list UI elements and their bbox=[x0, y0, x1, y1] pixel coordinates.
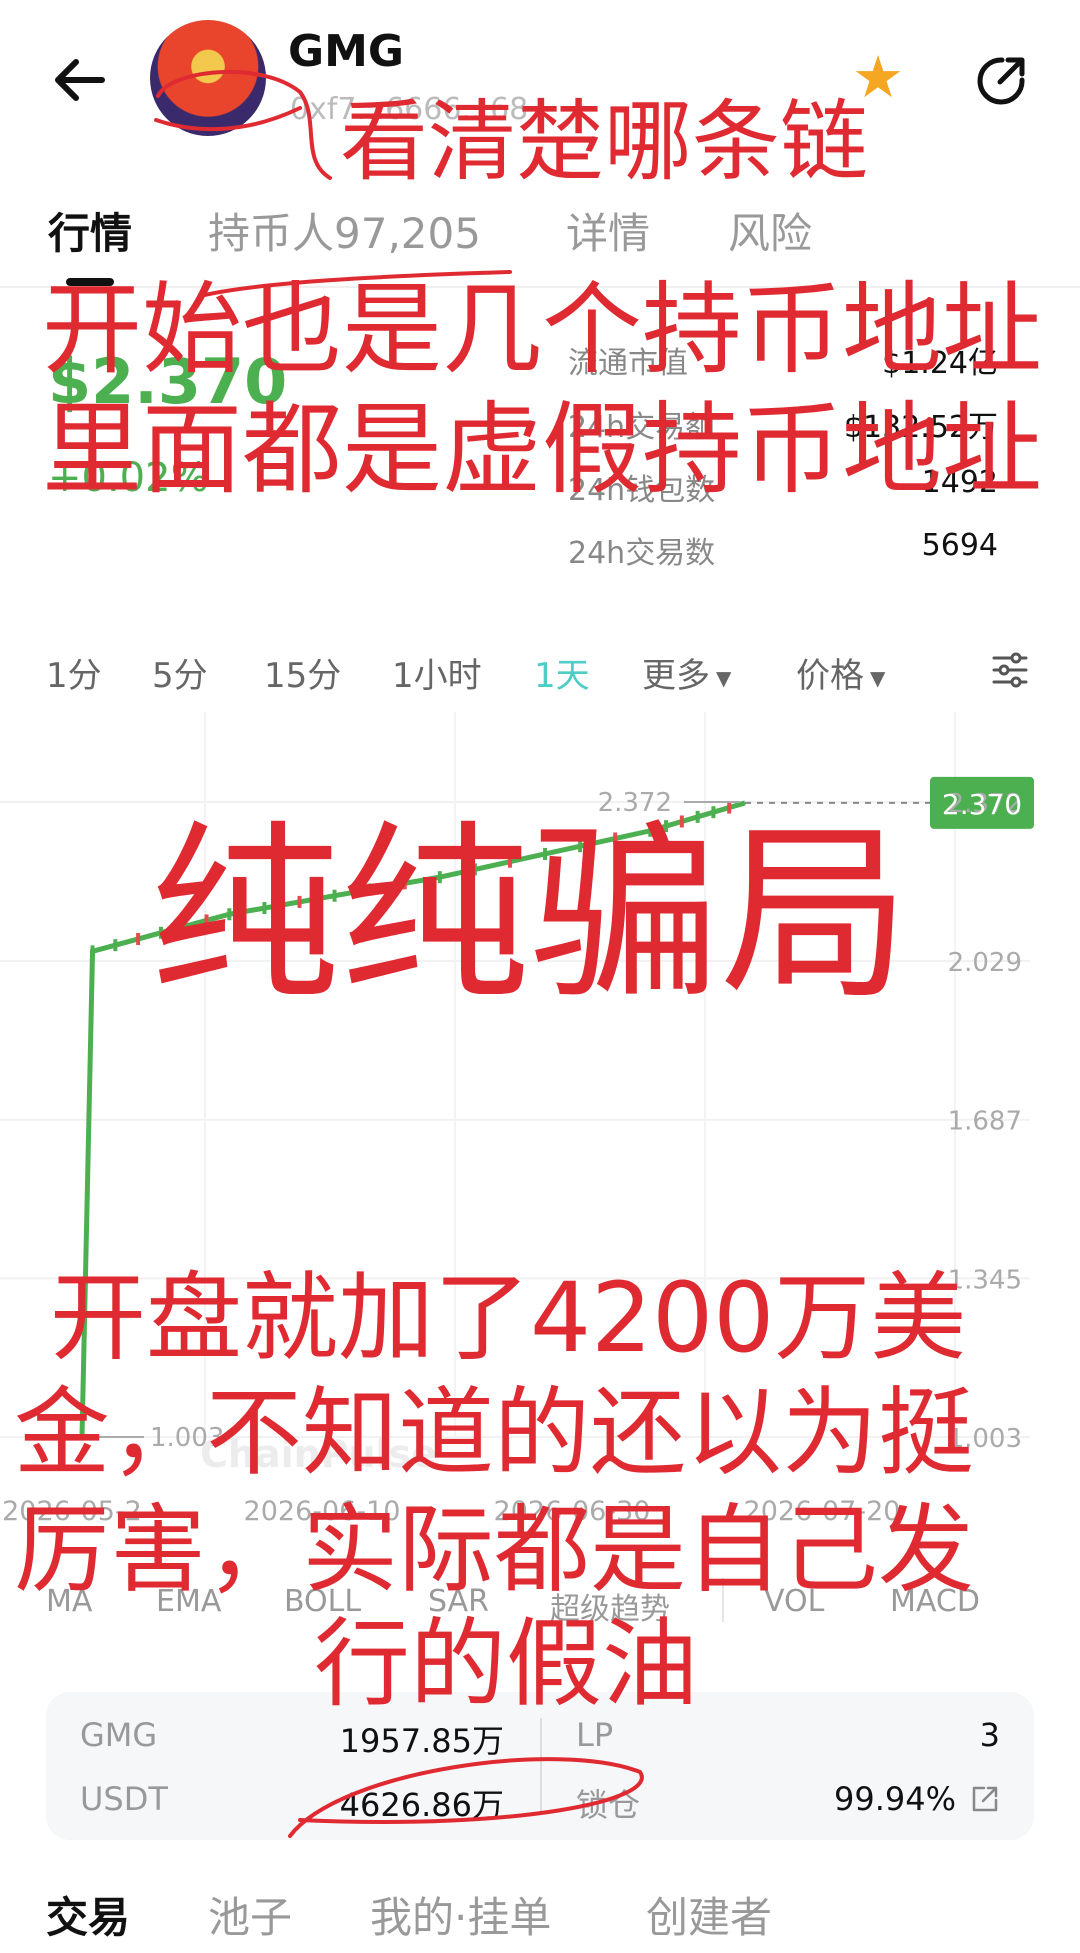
candle bbox=[297, 895, 302, 908]
chart-grid bbox=[0, 712, 1030, 1438]
pool-value: 3 bbox=[979, 1716, 1000, 1754]
candle bbox=[648, 824, 653, 837]
candle bbox=[113, 939, 118, 952]
token-avatar bbox=[150, 20, 266, 136]
indicator-supertrend[interactable]: 超级趋势 bbox=[550, 1584, 670, 1628]
stat-label: 流通市值 bbox=[568, 346, 688, 381]
current-price-label: 2.370 bbox=[942, 788, 1022, 821]
pool-amount: 1957.85万 bbox=[339, 1722, 504, 1760]
interval-5m[interactable]: 5分 bbox=[152, 648, 208, 697]
interval-more-label: 更多 bbox=[642, 656, 710, 696]
pool-amount: 4626.86万 bbox=[339, 1786, 504, 1824]
price-mode-label: 价格 bbox=[796, 656, 864, 696]
star-icon[interactable]: ★ bbox=[852, 48, 904, 106]
token-name: GMG bbox=[288, 26, 405, 77]
tab-holders[interactable]: 持币人97,205 bbox=[208, 200, 481, 261]
indicator-boll[interactable]: BOLL bbox=[284, 1584, 361, 1619]
candle bbox=[90, 945, 95, 958]
pool-value: 99.94% bbox=[833, 1780, 956, 1818]
tab-risk[interactable]: 风险 bbox=[728, 200, 812, 261]
indicator-ema[interactable]: EMA bbox=[156, 1584, 221, 1619]
candle bbox=[613, 832, 618, 845]
candle bbox=[332, 889, 337, 902]
chart-labels: 2.372 2.029 1.687 1.345 1.003 2026-05-2 2026-0… bbox=[2, 788, 1022, 1527]
price-mode[interactable]: 价格 ▼ bbox=[796, 648, 885, 697]
x-tick-label: 2026-06-10 bbox=[244, 1496, 401, 1527]
candle bbox=[402, 877, 407, 890]
stat-value: $132.52万 bbox=[843, 410, 998, 445]
price-chart[interactable]: 2.372 2.029 1.687 1.345 1.003 2026-05-2 2026-0… bbox=[0, 712, 1080, 1542]
watermark: ChainPulse bbox=[200, 1432, 437, 1476]
candle bbox=[727, 801, 732, 814]
tab-indicator bbox=[66, 278, 114, 286]
stat-label: 24h交易数 bbox=[568, 536, 716, 571]
stat-value: $1.24亿 bbox=[882, 346, 998, 381]
candle bbox=[227, 908, 232, 921]
divider bbox=[722, 1578, 724, 1622]
chevron-down-icon: ▼ bbox=[716, 665, 732, 690]
y-tick-label: 1.687 bbox=[948, 1107, 1022, 1137]
x-tick-label: 2026-05-2 bbox=[2, 1496, 142, 1527]
candle bbox=[679, 815, 684, 828]
candle bbox=[507, 855, 512, 868]
indicator-sar[interactable]: SAR bbox=[428, 1584, 489, 1619]
token-address[interactable]: 0xf7...6666...68 bbox=[290, 92, 528, 127]
tab-creator[interactable]: 创建者 bbox=[646, 1884, 772, 1945]
candle bbox=[695, 810, 700, 823]
back-arrow-icon[interactable] bbox=[48, 48, 112, 112]
current-price: $2.370 bbox=[48, 345, 288, 418]
candle bbox=[543, 847, 548, 860]
tab-my-orders[interactable]: 我的·挂单 bbox=[370, 1884, 551, 1945]
candle bbox=[136, 932, 141, 945]
candle bbox=[578, 840, 583, 853]
candle bbox=[158, 926, 163, 939]
stat-value: 5694 bbox=[921, 528, 998, 563]
indicator-ma[interactable]: MA bbox=[46, 1584, 92, 1619]
pool-label: 锁仓 bbox=[576, 1786, 641, 1824]
y-tick-label: 2.029 bbox=[948, 948, 1022, 978]
candle bbox=[711, 806, 716, 819]
max-price-label: 2.372 bbox=[598, 788, 672, 818]
candle bbox=[262, 902, 267, 915]
candle bbox=[204, 914, 209, 927]
price-change: +0.02% bbox=[48, 455, 209, 501]
x-tick-label: 2026-07-20 bbox=[744, 1496, 901, 1527]
y-tick-label: 1.345 bbox=[948, 1265, 1022, 1295]
tab-details[interactable]: 详情 bbox=[566, 200, 650, 261]
candle bbox=[367, 883, 372, 896]
candle bbox=[472, 863, 477, 876]
chart-marks bbox=[79, 776, 1034, 1438]
divider bbox=[0, 286, 1080, 288]
interval-1h[interactable]: 1小时 bbox=[392, 648, 482, 697]
share-icon[interactable] bbox=[972, 52, 1030, 110]
stat-value: 1492 bbox=[921, 465, 998, 500]
stat-label: 24h钱包数 bbox=[568, 473, 716, 508]
pool-label: LP bbox=[576, 1716, 614, 1754]
interval-1m[interactable]: 1分 bbox=[46, 648, 102, 697]
pool-token: GMG bbox=[80, 1716, 158, 1754]
chart-settings-icon[interactable] bbox=[990, 650, 1030, 690]
chevron-down-icon: ▼ bbox=[870, 665, 886, 690]
interval-more[interactable]: 更多 ▼ bbox=[642, 648, 731, 697]
tab-pool[interactable]: 池子 bbox=[208, 1884, 292, 1945]
candle bbox=[181, 920, 186, 933]
pool-token: USDT bbox=[80, 1780, 168, 1818]
divider bbox=[540, 1718, 542, 1814]
tab-market[interactable]: 行情 bbox=[48, 200, 132, 261]
indicator-vol[interactable]: VOL bbox=[764, 1584, 824, 1619]
interval-1d[interactable]: 1天 bbox=[534, 648, 590, 697]
x-tick-label: 2026-06-30 bbox=[494, 1496, 651, 1527]
y-tick-label: 1.003 bbox=[948, 1424, 1022, 1454]
stat-label: 24h交易额 bbox=[568, 410, 716, 445]
candle bbox=[664, 820, 669, 833]
indicator-macd[interactable]: MACD bbox=[890, 1584, 980, 1619]
interval-15m[interactable]: 15分 bbox=[264, 648, 341, 697]
external-link-icon[interactable] bbox=[970, 1784, 1000, 1814]
candle bbox=[437, 871, 442, 884]
tab-trade[interactable]: 交易 bbox=[46, 1884, 130, 1945]
